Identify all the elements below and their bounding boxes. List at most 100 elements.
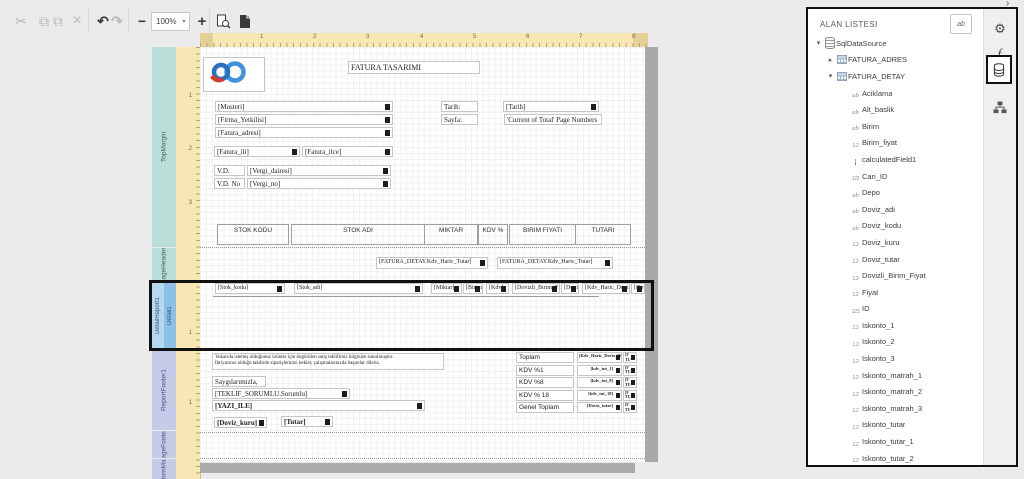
properties-tab[interactable]: ⚙ [984,17,1016,41]
band-report-footer[interactable]: ReportFooter1 [152,351,176,430]
vergi-no-field[interactable]: [Vergi_no] [247,178,391,189]
col-header-kdv[interactable]: KDV % [478,224,508,245]
tree-item[interactable]: ab Depo [810,184,982,201]
total-label[interactable]: Toplam [516,352,574,363]
total-extra-field[interactable]: [F TU [623,402,637,413]
total-extra-field[interactable]: [F TU [623,377,637,388]
doviz-kuru-field[interactable]: [Doviz_kuru] [214,417,267,428]
tree-item[interactable]: 1.2 Iskonto_1 [810,317,982,334]
band-detail[interactable]: Detail1 [164,283,176,348]
band-top-margin[interactable]: TopMargin [152,47,176,247]
col-header-miktar[interactable]: MIKTAR [424,224,478,245]
detail-stok-adi[interactable]: [Stok_adi] [294,283,423,294]
col-header-stok-adi[interactable]: STOK ADI [291,224,425,245]
tree-item[interactable]: ab Birim [810,118,982,135]
report-explorer-tab[interactable] [984,95,1016,119]
cut-button[interactable]: ✂ [10,10,32,32]
horizontal-scrollbar[interactable] [200,463,635,473]
tree-item[interactable]: ▾ FATURA_DETAY [810,68,982,85]
detail-doviz-2[interactable]: [Doviz] [631,283,645,294]
musteri-field[interactable]: [Musteri] [215,101,393,112]
regards-label[interactable]: Saygılarımızla, [212,376,266,387]
tree-item[interactable]: 1.2 Birim_fiyat [810,135,982,152]
group-field-kdv-haric-tutar[interactable]: [FATURA_DETAY.Kdv_Haric_Tutar] [497,257,613,269]
zoom-level-select[interactable]: 100% ▾ [151,12,190,31]
total-value-field[interactable]: [kdv_tut_18] [577,390,622,401]
col-header-birim-fiyati[interactable]: BIRIM FIYATI [509,224,576,245]
total-value-field[interactable]: [kdv_tut_1] [577,365,622,376]
total-extra-field[interactable]: [F TU [623,365,637,376]
logo-box[interactable] [203,57,265,92]
total-value-field[interactable]: [kdv_tut_8] [577,377,622,388]
tree-item[interactable]: 1.2 Iskonto_tutar_2 [810,450,982,467]
fatura-adresi-field[interactable]: [Fatura_adresi] [215,127,393,138]
tree-item[interactable]: ab Alt_baslik [810,101,982,118]
band-detail-report[interactable]: DetailReport1 [152,283,164,348]
fatura-ilce-field[interactable]: [Fatura_ilce] [302,146,393,157]
tree-item[interactable]: 1.2 Iskonto_matrah_3 [810,400,982,417]
tree-item[interactable]: 1.2 Iskonto_tutar [810,417,982,434]
fatura-ili-field[interactable]: [Fatura_ili] [214,146,300,157]
scripts-button[interactable] [234,10,256,32]
tarih-field[interactable]: [Tarih] [503,101,599,112]
expand-collapse-icon[interactable]: ▸ [826,56,835,64]
group-field-kdv-haric-tutar[interactable]: [FATURA_DETAY.Kdv_Haric_Tutar] [376,257,488,269]
total-label[interactable]: KDV %1 [516,365,574,376]
tree-item[interactable]: 1.2 Doviz_kuru [810,234,982,251]
detail-kdv-haric-doviz-tutar[interactable]: [Kdv_Haric_Doviz_Tutar] [582,283,630,294]
tree-item[interactable]: 1.2 Iskonto_matrah_1 [810,367,982,384]
report-title-box[interactable]: FATURA TASARIMI [348,61,480,74]
tree-item[interactable]: 1.2 Iskonto_tutar_1 [810,433,982,450]
field-list-options-button[interactable]: ab [950,14,972,34]
tree-item[interactable]: ab Doviz_kodu [810,218,982,235]
detail-birim[interactable]: [Birim] [463,283,483,294]
expand-collapse-icon[interactable]: ▾ [814,39,823,47]
tree-item[interactable]: 1.2 Iskonto_2 [810,334,982,351]
detail-kdv[interactable]: [Kdv] [486,283,509,294]
tree-item[interactable]: 1.2 Doviz_tutar [810,251,982,268]
tarih-label[interactable]: Tarih: [441,101,478,112]
preview-button[interactable] [212,10,234,32]
detail-miktar[interactable]: [Miktar] [431,283,462,294]
tree-item[interactable]: 1.2 Fiyat [810,284,982,301]
band-bottom-margin[interactable]: BottomMargin [152,459,176,479]
total-extra-field[interactable]: [F TU [623,390,637,401]
total-label[interactable]: Genel Toplam [516,402,574,413]
tree-item[interactable]: 123 Cari_ID [810,168,982,185]
band-page-header[interactable]: PageHeader1 [152,248,176,280]
footer-note[interactable]: Yukarıda istemiş olduğunuz ürünler için … [212,353,444,370]
col-header-stok-kodu[interactable]: STOK KODU [217,224,289,245]
page-numbers-field[interactable]: 'Current of Total' Page Numbers [504,114,602,125]
total-label[interactable]: KDV % 18 [516,390,574,401]
total-label[interactable]: KDV %8 [516,377,574,388]
delete-button[interactable]: × [66,10,88,32]
yazi-ile-field[interactable]: [YAZI_ILE] [212,400,425,411]
redo-button[interactable]: ↷ [106,10,128,32]
field-list-tab[interactable] [986,55,1012,84]
detail-doviz[interactable]: [Doviz] [561,283,579,294]
tree-item[interactable]: ab Doviz_adi [810,201,982,218]
tree-item[interactable]: 1.2 Iskonto_matrah_2 [810,383,982,400]
col-header-tutari[interactable]: TUTARI [575,224,631,245]
vergi-dairesi-field[interactable]: [Vergi_dairesi] [247,165,391,176]
total-extra-field[interactable]: [F TU [623,352,637,363]
tree-item[interactable]: 1.2 Iskonto_3 [810,350,982,367]
tree-item[interactable]: ab Aciklama [810,85,982,102]
tutar-field[interactable]: [Tutar] [281,416,333,427]
tree-item[interactable]: ▸ FATURA_ADRES [810,52,982,69]
zoom-out-button[interactable]: − [131,10,153,32]
vd-label[interactable]: V.D. [214,165,245,176]
total-value-field[interactable]: [Kdv_Haric_Doviz_Tutar] [577,352,622,363]
tree-item[interactable]: 123 ID [810,301,982,318]
firma-yetkilisi-field[interactable]: [Firma_Yetkilisi] [215,114,393,125]
tree-item[interactable]: f calculatedField1 [810,151,982,168]
sayfa-label[interactable]: Sayfa: [441,114,478,125]
detail-stok-kodu[interactable]: [Stok_kodu] [215,283,285,294]
band-page-footer[interactable]: PageFooter1 [152,431,176,458]
detail-dovizli-birim-fiyat[interactable]: [Dovizli_Birim_Fiyat] [512,283,560,294]
tree-item[interactable]: ▾ SqlDataSource [810,35,982,52]
expand-collapse-icon[interactable]: ▾ [826,72,835,80]
total-value-field[interactable]: [Doviz_tutar] [577,402,622,413]
vd-no-label[interactable]: V.D. No [214,178,245,189]
tree-item[interactable]: 1.2 Dovizli_Birim_Fiyat [810,267,982,284]
